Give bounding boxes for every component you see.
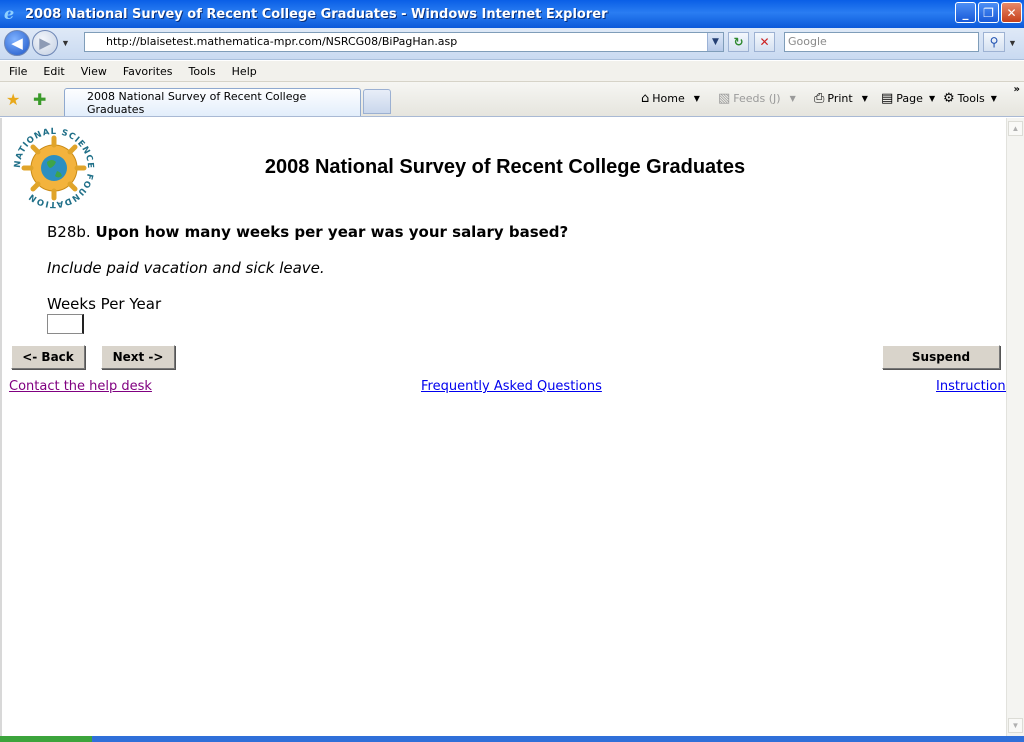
window-title: 2008 National Survey of Recent College G…	[25, 6, 608, 22]
print-button[interactable]: ⎙ Print ▼	[814, 91, 868, 106]
tab-current-page[interactable]: 2008 National Survey of Recent College G…	[64, 88, 361, 116]
minimize-button[interactable]: _	[955, 2, 976, 23]
home-icon: ⌂	[641, 91, 650, 106]
menu-help[interactable]: Help	[224, 65, 265, 78]
feeds-dropdown-icon[interactable]: ▼	[790, 94, 796, 103]
question-id: B28b.	[47, 223, 91, 241]
window-title-bar: e 2008 National Survey of Recent College…	[0, 0, 1024, 28]
instructions-link[interactable]: Instructions	[936, 379, 1012, 394]
address-input[interactable]: http://blaisetest.mathematica-mpr.com/NS…	[84, 32, 724, 52]
favorites-star-icon[interactable]: ★	[6, 90, 20, 110]
add-favorite-icon[interactable]: ✚	[33, 90, 46, 110]
print-dropdown-icon[interactable]: ▼	[862, 94, 868, 103]
gear-icon: ⚙	[943, 91, 955, 106]
chevron-more-icon[interactable]: »	[1014, 84, 1020, 95]
print-label: Print	[827, 92, 853, 105]
scroll-down-arrow-icon[interactable]: ▼	[1008, 718, 1023, 733]
next-button[interactable]: Next ->	[101, 345, 175, 369]
page-menu-button[interactable]: ▤ Page ▼	[881, 91, 935, 106]
restore-button[interactable]: ❐	[978, 2, 999, 23]
page-label: Page	[896, 92, 923, 105]
menu-view[interactable]: View	[73, 65, 115, 78]
home-button[interactable]: ⌂ Home ▼	[641, 91, 700, 106]
menu-tools[interactable]: Tools	[181, 65, 224, 78]
search-icon[interactable]: ⚲	[983, 32, 1005, 52]
printer-icon: ⎙	[814, 91, 825, 106]
page-dropdown-icon[interactable]: ▼	[929, 94, 935, 103]
back-button[interactable]: <- Back	[11, 345, 85, 369]
search-options-dropdown-icon[interactable]: ▼	[1008, 38, 1017, 48]
feeds-label: Feeds (J)	[733, 92, 781, 105]
refresh-icon[interactable]: ↻	[728, 32, 749, 52]
weeks-per-year-label: Weeks Per Year	[47, 295, 162, 313]
page-title: 2008 National Survey of Recent College G…	[264, 156, 746, 178]
question-prompt: Upon how many weeks per year was your sa…	[95, 223, 569, 241]
scroll-up-arrow-icon[interactable]: ▲	[1008, 121, 1023, 136]
tools-label: Tools	[957, 92, 985, 105]
home-dropdown-icon[interactable]: ▼	[694, 94, 700, 103]
forward-arrow-icon[interactable]: ▶	[32, 30, 58, 56]
tab-command-bar: ★ ✚ 2008 National Survey of Recent Colle…	[0, 82, 1024, 117]
close-button[interactable]: ✕	[1001, 2, 1022, 23]
page-icon: ▤	[881, 91, 894, 106]
address-dropdown-icon[interactable]: ▼	[707, 33, 723, 51]
internet-explorer-icon: e	[4, 4, 15, 23]
address-url: http://blaisetest.mathematica-mpr.com/NS…	[106, 35, 458, 48]
recent-pages-dropdown-icon[interactable]: ▼	[61, 38, 70, 48]
page-content: NATIONAL SCIENCE FOUNDATION 2008 Nationa…	[0, 118, 1012, 736]
tools-menu-button[interactable]: ⚙ Tools ▼	[943, 91, 997, 106]
menu-edit[interactable]: Edit	[35, 65, 72, 78]
rss-feed-icon: ▧	[718, 91, 731, 106]
menu-file[interactable]: File	[0, 65, 35, 78]
menu-favorites[interactable]: Favorites	[115, 65, 181, 78]
stop-icon[interactable]: ✕	[754, 32, 775, 52]
suspend-button[interactable]: Suspend	[882, 345, 1000, 369]
search-input[interactable]: Google	[784, 32, 979, 52]
window-controls: _ ❐ ✕	[955, 2, 1022, 23]
question-text: B28b. Upon how many weeks per year was y…	[47, 223, 568, 241]
question-instruction: Include paid vacation and sick leave.	[47, 259, 325, 277]
feeds-button[interactable]: ▧ Feeds (J) ▼	[718, 91, 796, 106]
home-label: Home	[652, 92, 685, 105]
new-tab-button[interactable]	[363, 89, 391, 114]
help-desk-link[interactable]: Contact the help desk	[9, 379, 152, 394]
weeks-per-year-input[interactable]	[47, 314, 84, 334]
tools-dropdown-icon[interactable]: ▼	[991, 94, 997, 103]
vertical-scrollbar[interactable]: ▲ ▼	[1006, 118, 1024, 736]
back-arrow-icon[interactable]: ◀	[4, 30, 30, 56]
faq-link[interactable]: Frequently Asked Questions	[421, 379, 602, 394]
menu-bar: File Edit View Favorites Tools Help	[0, 61, 1024, 82]
status-bar	[0, 736, 1024, 742]
address-toolbar: ◀ ▶ ▼ http://blaisetest.mathematica-mpr.…	[0, 28, 1024, 60]
